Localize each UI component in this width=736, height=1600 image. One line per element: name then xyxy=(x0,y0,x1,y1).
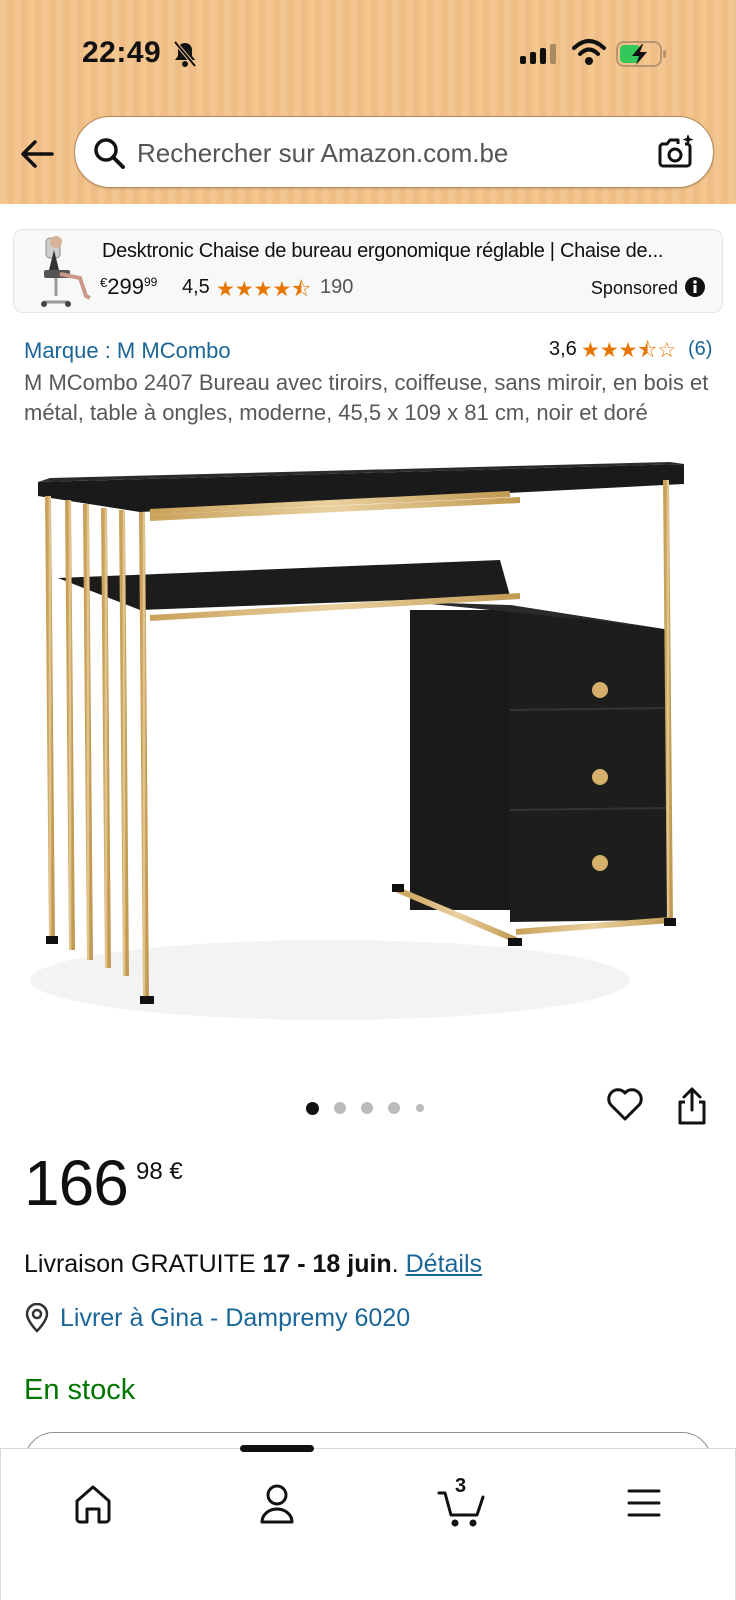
bottom-nav: 3 xyxy=(0,1445,736,1600)
price-fraction: 98 € xyxy=(136,1158,183,1185)
carousel-dot[interactable] xyxy=(416,1104,424,1112)
account-icon[interactable] xyxy=(247,1475,307,1531)
brand-link[interactable]: Marque : M MCombo xyxy=(24,338,231,364)
carousel-dot[interactable] xyxy=(306,1102,319,1115)
wifi-icon xyxy=(572,39,606,65)
sponsored-price: €29999 xyxy=(100,274,158,299)
menu-icon[interactable] xyxy=(615,1475,675,1531)
home-icon[interactable] xyxy=(63,1475,123,1531)
header: 22:49 Rechercher sur Amazon.com.be xyxy=(0,0,736,204)
search-input[interactable]: Rechercher sur Amazon.com.be xyxy=(74,116,714,188)
battery-charging-icon xyxy=(616,41,666,67)
price-whole: 166 xyxy=(24,1147,129,1219)
search-icon xyxy=(94,138,125,169)
delivery-dates: 17 - 18 juin xyxy=(262,1250,392,1278)
delivery-info: Livraison GRATUITE 17 - 18 juin. Détails xyxy=(24,1250,483,1278)
sponsored-ad[interactable]: Desktronic Chaise de bureau ergonomique … xyxy=(13,229,723,313)
office-chair-thumbnail xyxy=(41,236,91,307)
cart-button[interactable]: 3 xyxy=(433,1475,493,1531)
product-review-count[interactable]: (6) xyxy=(688,338,712,361)
carousel-dot[interactable] xyxy=(388,1102,400,1114)
sponsored-rating: 4,5 xyxy=(182,276,210,298)
product-stars[interactable]: ★★★⯪☆ xyxy=(581,336,676,371)
product-title: M MCombo 2407 Bureau avec tiroirs, coiff… xyxy=(24,370,709,425)
nav-handle xyxy=(240,1445,314,1452)
back-arrow-icon[interactable] xyxy=(18,134,58,174)
product-rating: 3,6 xyxy=(549,338,577,360)
carousel-dot[interactable] xyxy=(361,1102,373,1114)
sponsored-stars: ★★★★⯪ xyxy=(216,278,312,301)
delivery-location-link[interactable]: Livrer à Gina - Dampremy 6020 xyxy=(60,1304,410,1333)
share-icon[interactable] xyxy=(676,1086,708,1126)
sponsored-title[interactable]: Desktronic Chaise de bureau ergonomique … xyxy=(102,240,692,263)
cart-count: 3 xyxy=(455,1475,467,1497)
image-carousel-dots[interactable] xyxy=(306,1100,436,1116)
status-time: 22:49 xyxy=(82,36,162,69)
heart-icon[interactable] xyxy=(606,1086,644,1122)
stock-status: En stock xyxy=(24,1374,136,1406)
signal-icon xyxy=(520,44,556,64)
product-image[interactable] xyxy=(30,460,710,1040)
sponsored-review-count: 190 xyxy=(320,276,354,298)
search-placeholder: Rechercher sur Amazon.com.be xyxy=(137,138,509,168)
carousel-dot[interactable] xyxy=(334,1102,346,1114)
delivery-details-link[interactable]: Détails xyxy=(406,1250,482,1278)
info-icon[interactable] xyxy=(684,276,706,298)
bell-off-icon xyxy=(173,40,197,68)
location-pin-icon xyxy=(25,1303,49,1333)
camera-icon[interactable] xyxy=(655,132,695,172)
sponsored-label: Sponsored xyxy=(590,278,678,298)
